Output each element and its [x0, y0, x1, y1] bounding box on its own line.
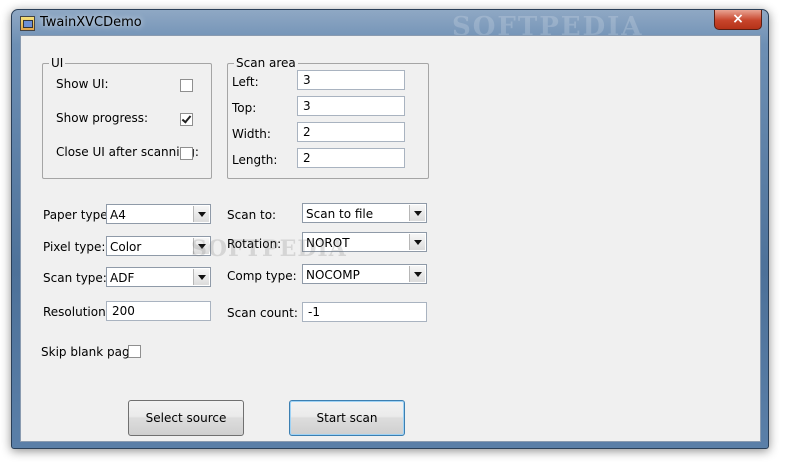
resolution-input[interactable]: 200: [106, 301, 211, 321]
app-icon: [20, 16, 35, 31]
scan-area-groupbox: Scan area Left: 3 Top: 3 Width: 2 Length…: [227, 56, 429, 179]
paper-type-label: Paper type:: [43, 208, 112, 222]
scan-to-label: Scan to:: [227, 208, 277, 222]
app-window: TwainXVCDemo SOFTPEDIA × UI Show UI: Sho…: [11, 9, 769, 449]
ui-groupbox-legend: UI: [49, 56, 66, 70]
scan-count-label: Scan count:: [227, 306, 298, 320]
chevron-down-icon[interactable]: [193, 206, 209, 222]
chevron-down-icon[interactable]: [409, 266, 425, 282]
scan-type-value: ADF: [110, 271, 135, 285]
comp-type-label: Comp type:: [227, 269, 297, 283]
client-area: UI Show UI: Show progress: Close UI afte…: [20, 35, 761, 442]
select-source-button[interactable]: Select source: [128, 400, 244, 436]
close-ui-checkbox[interactable]: [180, 147, 193, 160]
scan-count-input[interactable]: -1: [302, 302, 427, 322]
pixel-type-label: Pixel type:: [43, 240, 106, 254]
top-label: Top:: [232, 101, 257, 115]
show-progress-checkbox[interactable]: [180, 113, 193, 126]
chevron-down-icon[interactable]: [409, 205, 425, 221]
scan-type-select[interactable]: ADF: [106, 267, 211, 287]
close-ui-label: Close UI after scanning:: [56, 145, 199, 159]
left-input[interactable]: 3: [297, 70, 405, 90]
length-label: Length:: [232, 153, 278, 167]
scan-to-select[interactable]: Scan to file: [302, 203, 427, 223]
chevron-down-icon[interactable]: [193, 269, 209, 285]
skip-blank-label: Skip blank page:: [41, 345, 142, 359]
paper-type-select[interactable]: A4: [106, 204, 211, 224]
scan-area-legend: Scan area: [234, 56, 298, 70]
ui-groupbox: UI Show UI: Show progress: Close UI afte…: [42, 56, 212, 179]
width-input[interactable]: 2: [297, 122, 405, 142]
top-input[interactable]: 3: [297, 96, 405, 116]
window-title: TwainXVCDemo: [40, 15, 142, 30]
comp-type-select[interactable]: NOCOMP: [302, 264, 427, 284]
skip-blank-checkbox[interactable]: [128, 345, 141, 358]
start-scan-button[interactable]: Start scan: [289, 400, 405, 436]
paper-type-value: A4: [110, 208, 126, 222]
close-button[interactable]: ×: [714, 10, 762, 30]
length-input[interactable]: 2: [297, 148, 405, 168]
show-ui-checkbox[interactable]: [180, 79, 193, 92]
show-ui-label: Show UI:: [56, 77, 109, 91]
watermark-text: SOFTPEDIA: [191, 236, 347, 262]
resolution-label: Resolution:: [43, 305, 110, 319]
scan-type-label: Scan type:: [43, 271, 107, 285]
show-progress-label: Show progress:: [56, 111, 149, 125]
comp-type-value: NOCOMP: [306, 268, 360, 282]
title-bar[interactable]: TwainXVCDemo SOFTPEDIA ×: [12, 10, 768, 42]
pixel-type-value: Color: [110, 240, 142, 254]
scan-to-value: Scan to file: [306, 207, 374, 221]
left-label: Left:: [232, 75, 259, 89]
width-label: Width:: [232, 127, 271, 141]
chevron-down-icon[interactable]: [409, 234, 425, 250]
